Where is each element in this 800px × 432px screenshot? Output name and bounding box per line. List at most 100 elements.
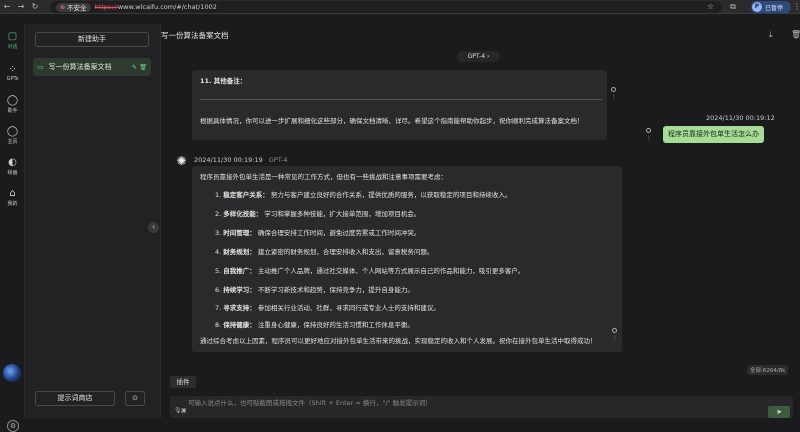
rail-item-mine[interactable]: ⌂ 我的 [0, 188, 25, 207]
insecure-badge[interactable]: ⊗ 不安全 [56, 2, 91, 12]
item-text: 确保合理安排工作时间，避免过度劳累或工作时间冲突。 [257, 229, 421, 237]
message-text: 根据具体情况，你可以进一步扩展和细化这些部分，确保文档清晰、详尽。希望这个指南能… [200, 117, 584, 125]
chat-bubble-icon: ▢ [7, 31, 18, 42]
assistant-icon: ◯ [6, 95, 19, 106]
forward-icon[interactable]: → [14, 0, 28, 14]
item-text: 注重身心健康，保持良好的生活习惯和工作休息平衡。 [257, 321, 414, 329]
openai-logo-icon: ✺ [176, 154, 187, 168]
list-item: 4. 财务规划： 建立紧密的财务规划，合理安排收入和支出，留意税务问题。 [215, 248, 434, 256]
chat-list-item[interactable]: ▭ 写一份算法备案文档 ✎ 🗑 [33, 58, 151, 76]
item-text: 学习和掌握多种技能，扩大接单范围，增加项目机会。 [264, 210, 421, 218]
chat-header: 写一份算法备案文档 ⤓ 🗑 [161, 24, 800, 49]
item-title: 持续学习 [223, 286, 250, 294]
list-item: 2. 多样化技能： 学习和掌握多种技能，扩大接单范围，增加项目机会。 [215, 210, 421, 218]
chat-item-icon: ▭ [37, 63, 44, 71]
message-status-icon [646, 128, 651, 133]
message-input[interactable] [188, 398, 748, 414]
extensions-icon[interactable]: ⧉ [727, 1, 739, 13]
item-text: 努力与客户建立良好的合作关系，提供优质的服务，以获取稳定的项目和持续收入。 [270, 191, 512, 199]
rail-label: 对话 [7, 44, 18, 50]
ai-timestamp: 2024/11/30 00:19:19 [194, 156, 263, 164]
send-icon[interactable]: ➤ [768, 406, 790, 418]
model-name: GPT-4 [467, 53, 486, 60]
new-assistant-button[interactable]: 新建助手 [35, 32, 149, 47]
plugin-button[interactable]: 插件 [170, 376, 196, 388]
sidebar-settings-button[interactable]: ⊙ [125, 391, 145, 406]
message-composer: 🎙 ▣ ➤ [170, 396, 793, 418]
ai-intro: 程序员靠接外包单生活是一种常见的工作方式，但也有一些挑战和注意事项需要考虑： [200, 173, 447, 181]
address-bar[interactable]: ⊗ 不安全 https://www.wlcaifu.com/#/chat/1002… [50, 1, 722, 13]
item-num: 5. [215, 267, 222, 275]
rail-item-home[interactable]: ◯ 主页 [0, 126, 25, 145]
assistant-orb-icon[interactable] [3, 364, 21, 382]
message-status-icon [611, 87, 616, 92]
model-selector[interactable]: GPT-4 › [457, 51, 500, 62]
ai-message-previous: 11. 其他备注： 根据具体情况，你可以进一步扩展和细化这些部分，确保文档清晰、… [192, 70, 607, 140]
message-menu-icon[interactable]: ⋮ [611, 94, 617, 101]
ai-message: 程序员靠接外包单生活是一种常见的工作方式，但也有一些挑战和注意事项需要考虑： 1… [192, 166, 622, 352]
item-num: 4. [215, 248, 222, 256]
rail-item-gpts[interactable]: ⁘ GPTs [0, 64, 25, 82]
image-upload-icon[interactable]: ▣ [181, 407, 187, 414]
item-num: 2. [215, 210, 222, 218]
token-counter: 全部:6264/8k [747, 365, 789, 375]
back-icon[interactable]: ← [0, 0, 14, 14]
download-icon[interactable]: ⤓ [769, 30, 773, 40]
rail-label: 主页 [7, 139, 18, 145]
user-timestamp: 2024/11/30 00:19:12 [706, 114, 775, 122]
settings-gear-icon[interactable]: ⚙ [7, 420, 19, 432]
collapse-sidebar-icon[interactable]: ‹ [148, 222, 159, 233]
chat-main: 写一份算法备案文档 ⤓ 🗑 11. 其他备注： 根据具体情况，你可以进一步扩展和… [161, 24, 800, 418]
item-title: 寻求支持 [223, 304, 250, 312]
item-title: 自我推广 [223, 267, 250, 275]
browser-menu-icon[interactable]: ⋮ [793, 0, 800, 14]
home-bubble-icon: ◯ [6, 126, 19, 137]
edit-icon[interactable]: ✎ [132, 64, 137, 71]
list-item: 1. 稳定客户关系： 努力与客户建立良好的合作关系，提供优质的服务，以获取稳定的… [215, 191, 512, 199]
profile-button[interactable]: P 已暂停 [751, 1, 791, 13]
item-num: 7. [215, 304, 222, 312]
grid-icon: ⁘ [8, 64, 17, 75]
house-icon: ⌂ [9, 188, 16, 199]
browser-toolbar: ← → ↻ ⊗ 不安全 https://www.wlcaifu.com/#/cha… [0, 0, 800, 14]
nav-rail: ▢ 对话 ⁘ GPTs ◯ 助手 ◯ 主页 ◐ 绘画 ⌂ 我的 ⚙ [0, 24, 25, 432]
item-title: 财务规划 [223, 248, 250, 256]
palette-icon: ◐ [8, 157, 17, 168]
list-item: 3. 时间管理： 确保合理安排工作时间，避免过度劳累或工作时间冲突。 [215, 229, 421, 237]
sidebar: 新建助手 ▭ 写一份算法备案文档 ✎ 🗑 提示词商店 ⊙ [25, 24, 161, 418]
rail-label: 助手 [7, 108, 18, 114]
list-item: 5. 自我推广： 主动推广个人品牌，通过社交媒体、个人网站等方式展示自己的作品和… [215, 267, 525, 275]
delete-icon[interactable]: 🗑 [139, 64, 147, 71]
insecure-label: 不安全 [67, 4, 87, 12]
item-text: 参加相关行业活动、社群，寻求同行或专业人士的支持和建议。 [257, 304, 440, 312]
clear-chat-icon[interactable]: 🗑 [791, 30, 800, 39]
item-num: 1. [215, 191, 222, 199]
profile-status: 已暂停 [765, 4, 784, 12]
rail-label: 我的 [7, 201, 18, 207]
page-title: 写一份算法备案文档 [161, 31, 229, 40]
item-text: 主动推广个人品牌，通过社交媒体、个人网站等方式展示自己的作品和能力，吸引更多客户… [257, 267, 525, 275]
item-num: 8. [215, 321, 222, 329]
list-item: 6. 持续学习： 不断学习新技术和趋势，保持竞争力，提升自身能力。 [215, 286, 414, 294]
item-title: 稳定客户关系 [223, 191, 263, 199]
warning-icon: ⊗ [60, 3, 66, 11]
item-title: 多样化技能 [223, 210, 256, 218]
chat-item-title: 写一份算法备案文档 [48, 63, 112, 71]
message-menu-icon[interactable]: ⋮ [612, 335, 618, 342]
item-text: 建立紧密的财务规划，合理安排收入和支出，留意税务问题。 [257, 248, 434, 256]
bookmark-star-icon[interactable]: ☆ [707, 1, 714, 13]
prompt-store-button[interactable]: 提示词商店 [35, 391, 115, 406]
rail-label: 绘画 [7, 170, 18, 176]
rail-item-drawing[interactable]: ◐ 绘画 [0, 157, 25, 176]
divider [200, 99, 602, 100]
ai-message-meta: 2024/11/30 00:19:19 GPT-4 [194, 156, 288, 164]
message-heading: 11. 其他备注： [200, 77, 247, 85]
message-status-icon [612, 328, 617, 333]
profile-avatar: P [752, 2, 762, 12]
url-scheme: https:// [94, 3, 118, 11]
rail-item-assistant[interactable]: ◯ 助手 [0, 95, 25, 114]
message-menu-icon[interactable]: ⋮ [646, 135, 652, 142]
rail-item-chat[interactable]: ▢ 对话 [0, 31, 25, 50]
reload-icon[interactable]: ↻ [28, 0, 42, 14]
item-title: 时间管理 [223, 229, 250, 237]
